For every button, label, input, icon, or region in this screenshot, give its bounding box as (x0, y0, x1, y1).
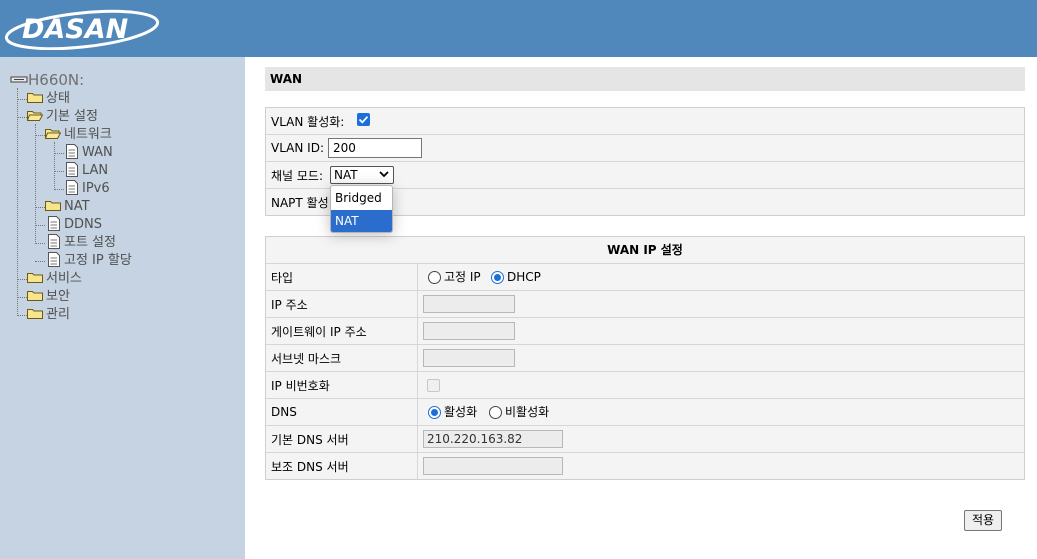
document-icon (66, 162, 78, 177)
sidebar-item-wan[interactable]: WAN (82, 144, 113, 162)
chevron-down-icon (379, 171, 389, 178)
wan-ip-table: WAN IP 설정 타입 고정 IP DHCP IP 주소 게이트웨이 IP 주… (265, 236, 1025, 480)
ip-row: IP 주소 (266, 291, 1024, 318)
dns-enable-label: 활성화 (444, 405, 478, 419)
channel-mode-select[interactable]: NAT (330, 166, 394, 184)
device-icon (10, 76, 28, 83)
subnet-input[interactable] (423, 349, 515, 367)
sidebar-item-security[interactable]: 보안 (46, 288, 70, 306)
dns-disable-label: 비활성화 (505, 405, 550, 419)
sidebar-item-port-settings[interactable]: 포트 설정 (64, 234, 116, 252)
primary-dns-input[interactable]: 210.220.163.82 (423, 430, 563, 448)
ip-input[interactable] (423, 295, 515, 313)
sidebar-nav: H660N: 상태 기본 설정 네트워크 WAN LAN IPv6 NAT DD… (0, 57, 245, 559)
channel-mode-label: 채널 모드: (271, 168, 324, 183)
ip-label: IP 주소 (266, 291, 418, 317)
subnet-label: 서브넷 마스크 (266, 345, 418, 371)
gateway-label: 게이트웨이 IP 주소 (266, 318, 418, 344)
sidebar-item-status[interactable]: 상태 (46, 90, 70, 108)
document-icon (48, 234, 60, 249)
vlan-id-input[interactable]: 200 (328, 138, 422, 158)
secondary-dns-label: 보조 DNS 서버 (266, 453, 418, 480)
folder-icon (27, 291, 43, 301)
vlan-id-row: VLAN ID: 200 (266, 135, 1024, 162)
tree-line (54, 142, 55, 190)
document-icon (66, 180, 78, 195)
check-icon (358, 116, 369, 124)
gateway-row: 게이트웨이 IP 주소 (266, 318, 1024, 345)
dns-enable-radio[interactable] (428, 406, 441, 419)
open-folder-icon (45, 129, 61, 139)
channel-mode-value: NAT (334, 168, 358, 182)
ip-unnumbered-row: IP 비번호화 (266, 372, 1024, 399)
dns-disable-radio[interactable] (489, 406, 502, 419)
folder-icon (27, 273, 43, 283)
sidebar-item-nat[interactable]: NAT (64, 198, 90, 216)
sidebar-item-management[interactable]: 관리 (46, 306, 70, 324)
primary-dns-row: 기본 DNS 서버 210.220.163.82 (266, 426, 1024, 453)
vlan-id-label: VLAN ID: (271, 141, 324, 155)
sidebar-item-basic-settings[interactable]: 기본 설정 (46, 108, 98, 126)
vlan-enable-checkbox[interactable] (357, 113, 370, 126)
sidebar-item-ddns[interactable]: DDNS (64, 216, 102, 234)
folder-icon (27, 93, 43, 103)
vlan-enable-row: VLAN 활성화: (266, 108, 1024, 135)
option-nat[interactable]: NAT (331, 210, 392, 232)
dhcp-label: DHCP (507, 270, 541, 284)
secondary-dns-input[interactable] (423, 457, 563, 475)
sidebar-item-ipv6[interactable]: IPv6 (82, 180, 110, 198)
wan-ip-header: WAN IP 설정 (266, 237, 1024, 264)
dasan-logo: DASAN (4, 9, 160, 50)
gateway-input[interactable] (423, 322, 515, 340)
dns-row: DNS 활성화 비활성화 (266, 399, 1024, 426)
sidebar-item-services[interactable]: 서비스 (46, 270, 82, 288)
document-icon (48, 252, 60, 267)
primary-dns-label: 기본 DNS 서버 (266, 426, 418, 452)
type-row: 타입 고정 IP DHCP (266, 264, 1024, 291)
option-bridged[interactable]: Bridged (331, 187, 392, 209)
page-title: WAN (265, 67, 1025, 91)
svg-text:DASAN: DASAN (22, 14, 129, 45)
folder-icon (45, 201, 61, 211)
static-ip-label: 고정 IP (444, 270, 481, 284)
tree-line (35, 124, 36, 244)
folder-icon (27, 309, 43, 319)
document-icon (66, 144, 78, 159)
type-label: 타입 (266, 264, 418, 290)
ip-unnumbered-label: IP 비번호화 (266, 372, 418, 398)
dns-label: DNS (266, 399, 418, 425)
open-folder-icon (27, 111, 43, 121)
secondary-dns-row: 보조 DNS 서버 (266, 453, 1024, 480)
tree-root-label[interactable]: H660N: (28, 71, 84, 89)
sidebar-item-static-ip[interactable]: 고정 IP 할당 (64, 252, 132, 270)
subnet-row: 서브넷 마스크 (266, 345, 1024, 372)
sidebar-item-lan[interactable]: LAN (82, 162, 108, 180)
channel-mode-dropdown: Bridged NAT (330, 185, 393, 233)
static-ip-radio[interactable] (428, 271, 441, 284)
napt-label: NAPT 활성 (271, 196, 329, 210)
document-icon (48, 216, 60, 231)
sidebar-item-network[interactable]: 네트워크 (64, 126, 112, 144)
vlan-enable-label: VLAN 활성화: (271, 114, 345, 129)
apply-button[interactable]: 적용 (964, 510, 1002, 531)
tree-line (17, 88, 18, 316)
dhcp-radio[interactable] (491, 271, 504, 284)
ip-unnumbered-checkbox[interactable] (427, 379, 440, 392)
top-header: DASAN (0, 0, 1037, 57)
